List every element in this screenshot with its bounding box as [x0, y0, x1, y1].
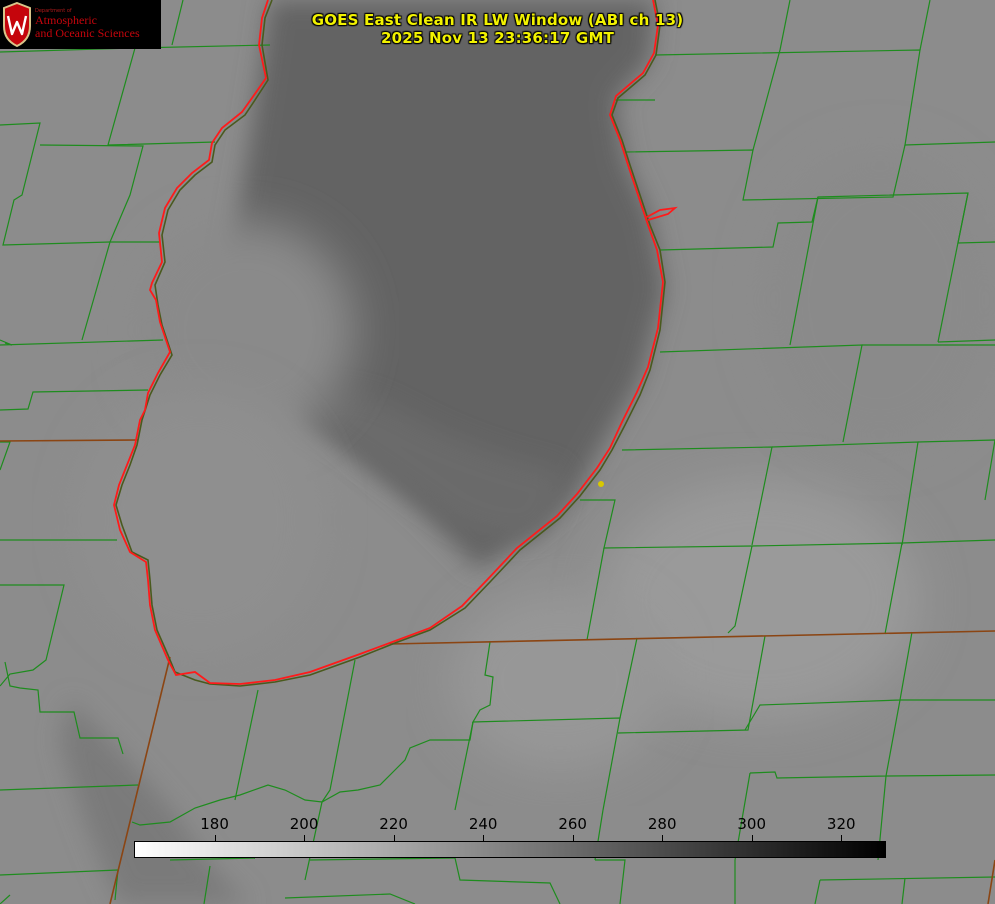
colorbar-tick-300: 300	[737, 815, 767, 833]
uw-crest-icon	[3, 2, 31, 47]
colorbar-tick-320: 320	[826, 815, 856, 833]
temperature-colorbar	[134, 841, 886, 858]
ir-imagery	[0, 0, 995, 904]
colorbar-tick-260: 260	[558, 815, 587, 833]
colorbar-tick-220: 220	[379, 815, 408, 833]
satellite-viewer: GOES East Clean IR LW Window (ABI ch 13)…	[0, 0, 995, 904]
satellite-map[interactable]	[0, 0, 995, 904]
colorbar-tick-240: 240	[468, 815, 498, 833]
colorbar-tick-180: 180	[200, 815, 229, 833]
logo-name-line-2: and Oceanic Sciences	[35, 26, 140, 40]
station-marker	[598, 481, 604, 487]
colorbar-tick-280: 280	[647, 815, 677, 833]
aos-logo[interactable]: Department of Atmospheric and Oceanic Sc…	[0, 0, 161, 49]
colorbar-tick-200: 200	[289, 815, 319, 833]
